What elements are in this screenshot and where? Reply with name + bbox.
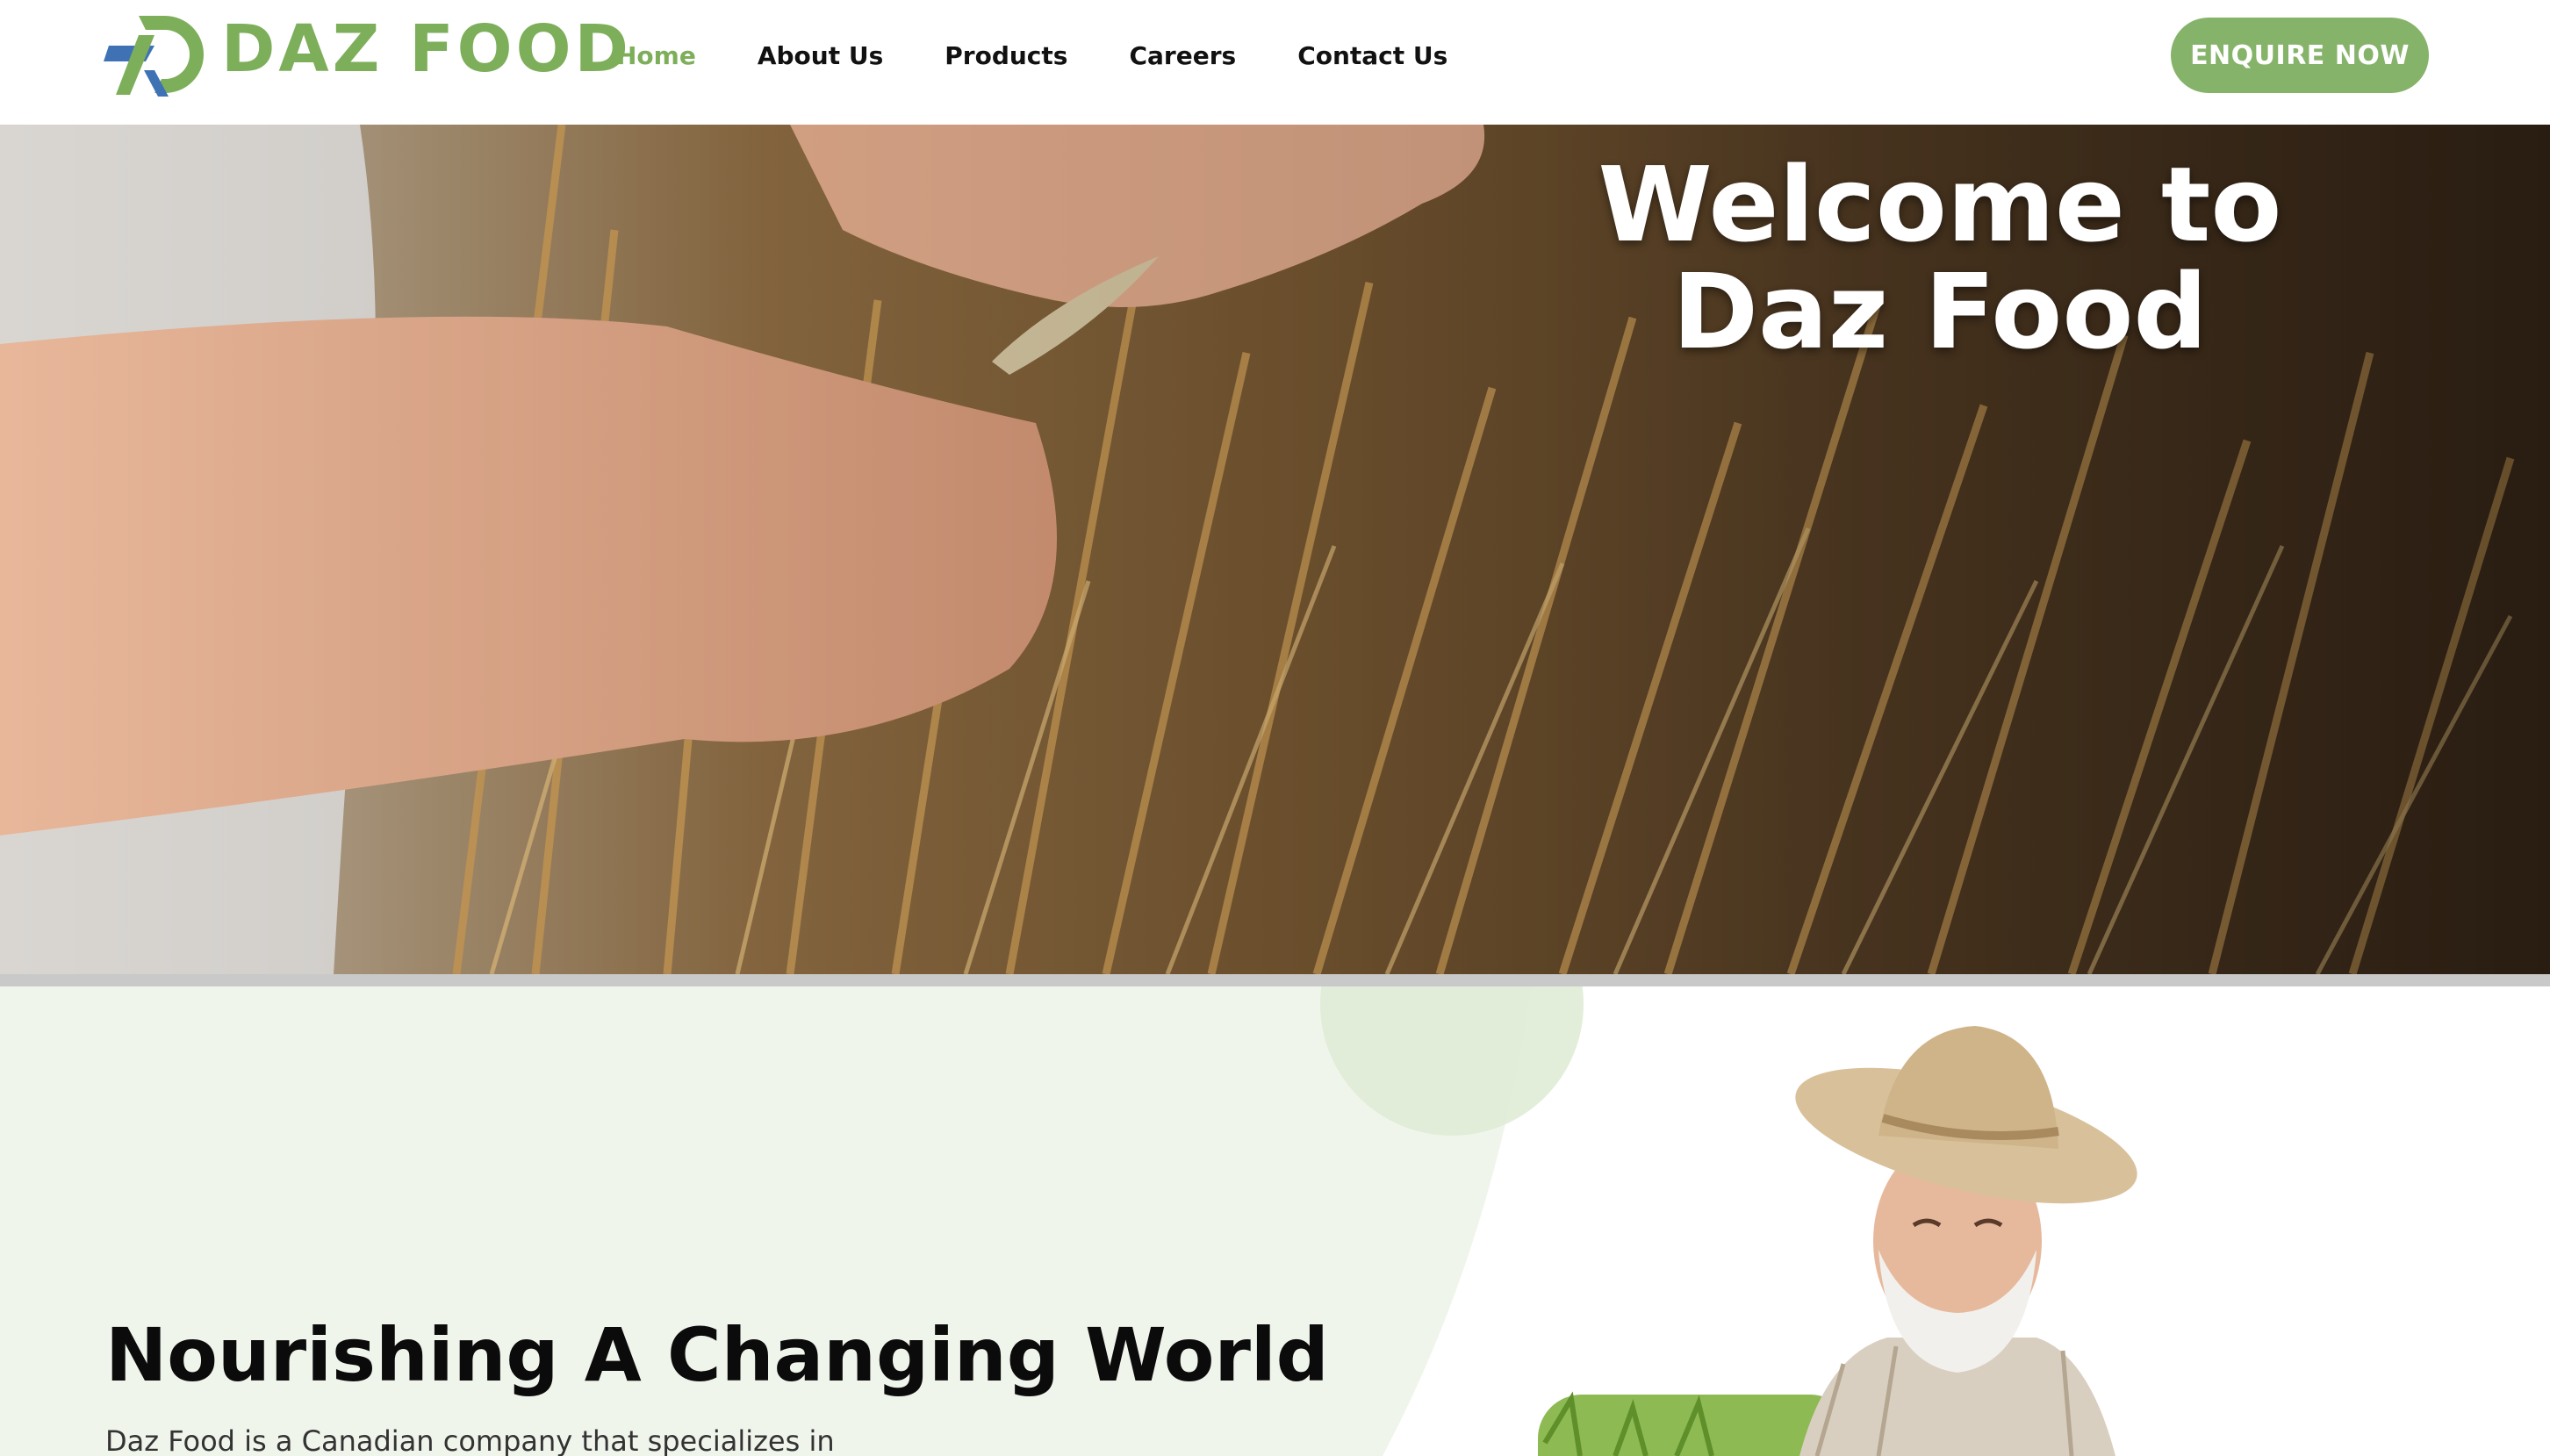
nav-home[interactable]: Home bbox=[616, 37, 696, 75]
hero-banner: Welcome to Daz Food bbox=[0, 125, 2550, 974]
hero-title-line-1: Welcome to bbox=[1598, 144, 2282, 265]
hero-title-line-2: Daz Food bbox=[1672, 251, 2208, 372]
site-header: DAZ FOOD Home About Us Products Careers … bbox=[0, 0, 2550, 125]
logo-mark-icon bbox=[104, 16, 204, 97]
nav-careers[interactable]: Careers bbox=[1129, 37, 1236, 75]
main-nav: Home About Us Products Careers Contact U… bbox=[616, 37, 1509, 75]
nav-products[interactable]: Products bbox=[945, 37, 1067, 75]
hero-divider bbox=[0, 974, 2550, 986]
nav-contact-us[interactable]: Contact Us bbox=[1297, 37, 1447, 75]
nav-about-us[interactable]: About Us bbox=[758, 37, 883, 75]
logo-text: DAZ FOOD bbox=[221, 11, 632, 87]
about-description: Daz Food is a Canadian company that spec… bbox=[105, 1424, 835, 1456]
enquire-now-button[interactable]: ENQUIRE NOW bbox=[2171, 18, 2429, 93]
hero-title: Welcome to Daz Food bbox=[1545, 151, 2335, 365]
about-heading: Nourishing A Changing World bbox=[105, 1312, 1329, 1398]
about-section: Nourishing A Changing World Daz Food is … bbox=[0, 986, 2550, 1456]
farmer-image bbox=[1538, 1026, 2137, 1456]
